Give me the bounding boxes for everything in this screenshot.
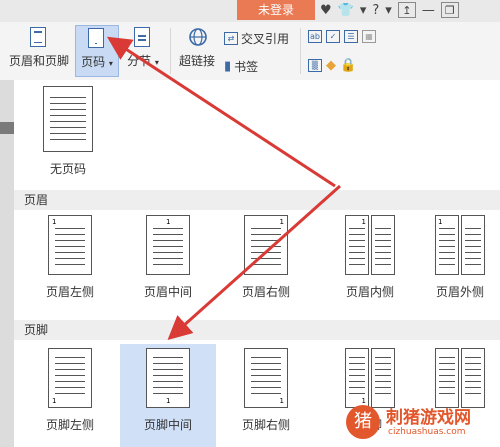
watermark-url: cizhuashuas.com — [388, 427, 466, 437]
watermark: 猪 刺猪游戏网 cizhuashuas.com — [346, 403, 496, 443]
annotation-arrows — [106, 36, 341, 340]
arrow-to-footer-center-option — [167, 184, 341, 340]
arrow-to-page-number-button — [106, 36, 336, 188]
watermark-title: 刺猪游戏网 — [386, 408, 471, 428]
watermark-logo-icon: 猪 — [346, 405, 380, 439]
